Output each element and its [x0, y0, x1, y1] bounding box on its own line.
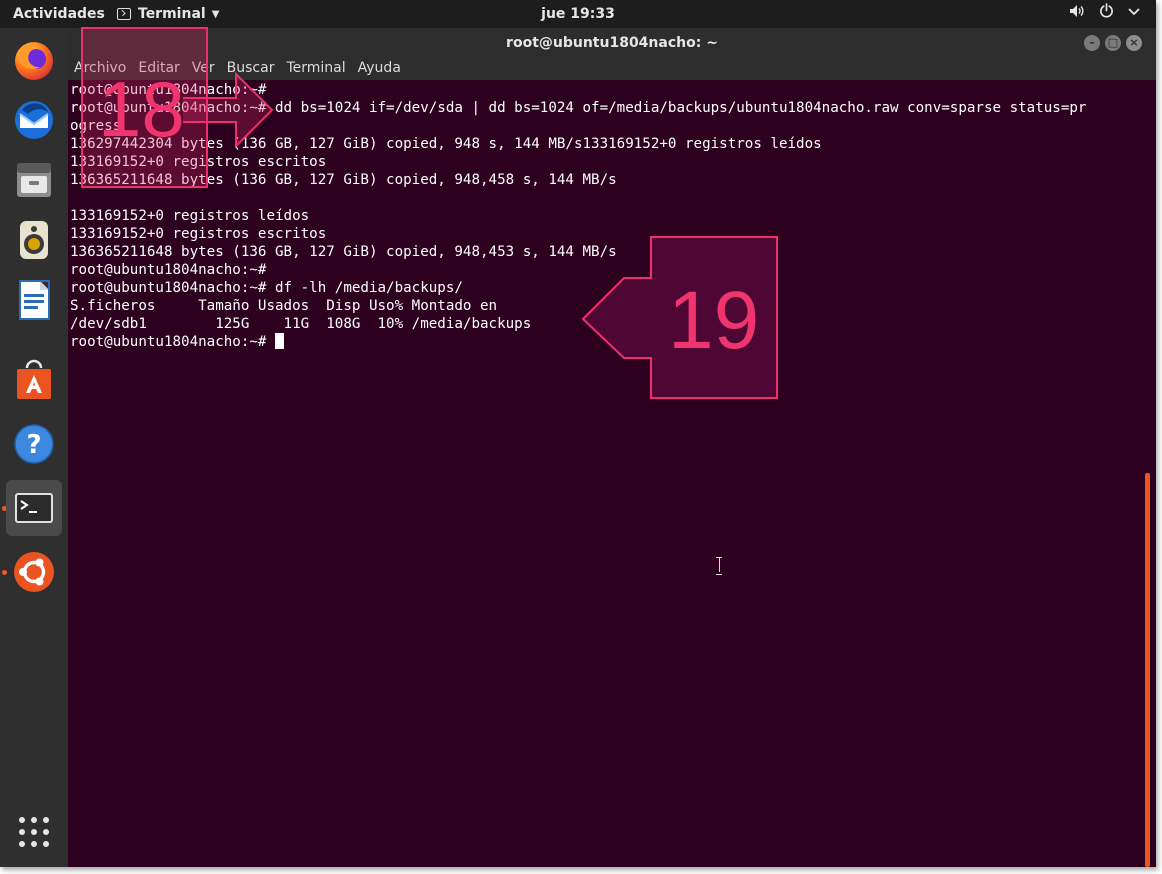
callout-number-19: 19: [668, 275, 760, 366]
arrow-right-shape: [183, 71, 274, 149]
desktop-screen: Actividades Terminal ▼ jue 19:33 ? root@…: [0, 0, 1156, 867]
callout-number-18: 18: [98, 65, 185, 153]
